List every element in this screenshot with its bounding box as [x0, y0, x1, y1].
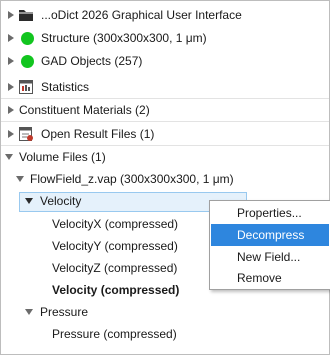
chevron-right-icon[interactable] [6, 82, 16, 92]
tree-item-label: Volume Files (1) [19, 150, 106, 164]
menu-item-properties[interactable]: Properties... [211, 202, 329, 224]
status-ok-icon [19, 53, 35, 69]
folder-icon [18, 7, 34, 23]
menu-item-remove[interactable]: Remove [211, 267, 329, 289]
tree-item-flowfield[interactable]: FlowField_z.vap (300x300x300, 1 μm) [1, 168, 329, 190]
project-tree-panel: ...oDict 2026 Graphical User Interface S… [0, 0, 330, 355]
tree-item-pressure-compressed[interactable]: Pressure (compressed) [1, 323, 329, 345]
statistics-icon [18, 79, 34, 95]
tree-item-label: Structure (300x300x300, 1 μm) [41, 31, 207, 45]
chevron-right-icon[interactable] [6, 33, 16, 43]
tree-item-label: Pressure (compressed) [52, 327, 177, 341]
chevron-right-icon[interactable] [6, 56, 16, 66]
menu-item-decompress[interactable]: Decompress [211, 224, 329, 246]
result-file-icon [18, 126, 34, 142]
tree-item-label: Velocity (compressed) [52, 283, 180, 297]
status-ok-icon [19, 30, 35, 46]
chevron-down-icon[interactable] [15, 174, 25, 184]
tree-item-root[interactable]: ...oDict 2026 Graphical User Interface [1, 4, 329, 26]
tree-item-label: Constituent Materials (2) [19, 103, 150, 117]
chevron-down-icon[interactable] [4, 152, 14, 162]
tree-item-gad-objects[interactable]: GAD Objects (257) [1, 50, 329, 72]
tree-item-structure[interactable]: Structure (300x300x300, 1 μm) [1, 27, 329, 49]
chevron-right-icon[interactable] [6, 129, 16, 139]
tree-item-label: VelocityX (compressed) [52, 217, 179, 231]
tree-item-open-result-files[interactable]: Open Result Files (1) [1, 123, 329, 145]
menu-item-new-field[interactable]: New Field... [211, 246, 329, 268]
chevron-right-icon[interactable] [6, 105, 16, 115]
tree-item-label: Open Result Files (1) [41, 127, 155, 141]
tree-item-label: VelocityY (compressed) [52, 239, 178, 253]
divider [1, 121, 329, 122]
tree-item-label: Velocity [40, 194, 82, 208]
tree-item-statistics[interactable]: Statistics [1, 76, 329, 98]
tree-item-label: VelocityZ (compressed) [52, 261, 178, 275]
tree-item-volume-files[interactable]: Volume Files (1) [1, 146, 329, 168]
tree-item-pressure[interactable]: Pressure [1, 301, 329, 323]
chevron-down-icon[interactable] [24, 196, 34, 206]
chevron-down-icon[interactable] [24, 307, 34, 317]
context-menu: Properties... Decompress New Field... Re… [209, 200, 330, 290]
tree-item-label: GAD Objects (257) [41, 54, 143, 68]
chevron-right-icon[interactable] [6, 10, 16, 20]
tree-item-label: FlowField_z.vap (300x300x300, 1 μm) [30, 172, 234, 186]
tree-item-label: Statistics [41, 80, 90, 94]
tree-item-label: Pressure [40, 305, 89, 319]
tree-item-label: ...oDict 2026 Graphical User Interface [41, 8, 242, 22]
tree-item-constituent-materials[interactable]: Constituent Materials (2) [1, 99, 329, 121]
